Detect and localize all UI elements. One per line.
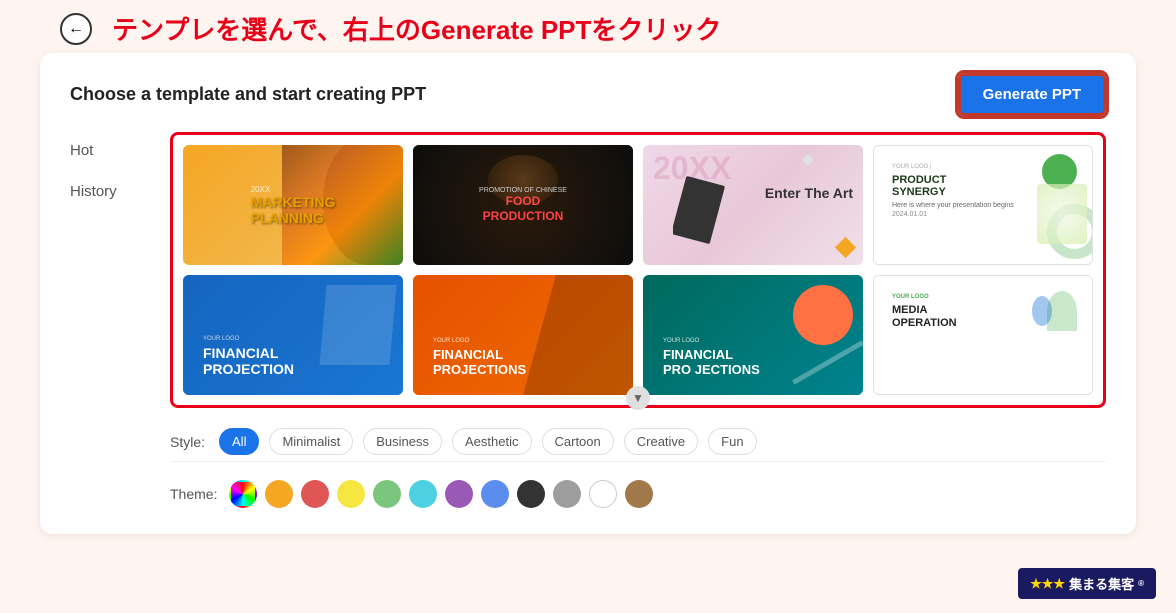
tmpl1-year: 20XX [251,185,336,194]
sidebar-item-history[interactable]: History [70,183,150,200]
body-layout: Hot History 20XX MARKETINGPLANNING [70,132,1106,514]
tmpl5-logo: YOUR LOGO [203,336,294,342]
tmpl4-title: PRODUCTSYNERGY [892,174,1014,198]
template-grid-wrapper: 20XX MARKETINGPLANNING PROMOTION OF CHIN… [170,132,1106,408]
template-card-media-operation[interactable]: YOUR LOGO MEDIAOPERATION [873,275,1093,395]
template-card-marketing[interactable]: 20XX MARKETINGPLANNING [183,145,403,265]
tmpl5-title: FINANCIALPROJECTION [203,346,294,377]
annotation-bar: ← テンプレを選んで、右上のGenerate PPTをクリック [0,0,1176,53]
tmpl6-logo: YOUR LOGO [433,338,526,344]
theme-dot-orange[interactable] [265,480,293,508]
template-card-art[interactable]: 20XX Enter The Art [643,145,863,265]
back-icon: ← [68,20,84,38]
theme-filter-label: Theme: [170,486,217,502]
template-card-financial-orange[interactable]: YOUR LOGO FINANCIALPROJECTIONS [413,275,633,395]
tmpl7-title: FINANCIALPRO JECTIONS [663,348,760,377]
style-btn-all[interactable]: All [219,428,259,455]
content-area: 20XX MARKETINGPLANNING PROMOTION OF CHIN… [170,132,1106,514]
scroll-down-indicator[interactable]: ▼ [626,386,650,410]
theme-dot-white[interactable] [589,480,617,508]
style-btn-cartoon[interactable]: Cartoon [542,428,614,455]
template-card-financial-teal[interactable]: YOUR LOGO FINANCIALPRO JECTIONS [643,275,863,395]
theme-dot-cyan[interactable] [409,480,437,508]
tmpl8-title: MEDIAOPERATION [892,304,957,330]
logo-text: 集まる集客 [1069,574,1134,593]
page-title: Choose a template and start creating PPT [70,84,426,105]
style-btn-fun[interactable]: Fun [708,428,756,455]
theme-dot-yellow[interactable] [337,480,365,508]
style-btn-aesthetic[interactable]: Aesthetic [452,428,531,455]
theme-dot-gray[interactable] [553,480,581,508]
theme-dot-rainbow[interactable] [229,480,257,508]
annotation-text: テンプレを選んで、右上のGenerate PPTをクリック [112,10,721,47]
style-btn-business[interactable]: Business [363,428,442,455]
tmpl6-title: FINANCIALPROJECTIONS [433,348,526,377]
template-grid: 20XX MARKETINGPLANNING PROMOTION OF CHIN… [183,145,1093,395]
theme-dot-blue[interactable] [481,480,509,508]
tmpl4-logo: YOUR LOGO | [892,164,1014,170]
generate-ppt-button[interactable]: Generate PPT [958,73,1106,116]
template-card-product-synergy[interactable]: YOUR LOGO | PRODUCTSYNERGY Here is where… [873,145,1093,265]
header-row: Choose a template and start creating PPT… [70,73,1106,116]
theme-dot-green[interactable] [373,480,401,508]
tmpl8-logo: YOUR LOGO [892,294,957,300]
style-btn-minimalist[interactable]: Minimalist [269,428,353,455]
tmpl7-logo: YOUR LOGO [663,338,760,344]
theme-dot-brown[interactable] [625,480,653,508]
theme-dot-purple[interactable] [445,480,473,508]
theme-dot-red[interactable] [301,480,329,508]
style-filter-label: Style: [170,434,205,450]
sidebar-item-hot[interactable]: Hot [70,142,150,159]
tmpl2-title: FOODPRODUCTION [479,194,567,223]
tmpl2-subtitle: PROMOTION OF CHINESE [479,187,567,194]
bottom-logo: ★★★ 集まる集客 ® [1018,568,1156,599]
style-filter-row: Style: All Minimalist Business Aesthetic… [170,422,1106,462]
tmpl3-title: Enter The Art [765,185,853,201]
theme-dot-dark[interactable] [517,480,545,508]
back-button[interactable]: ← [60,13,92,45]
main-container: Choose a template and start creating PPT… [40,53,1136,534]
star-icon: ★★★ [1030,576,1065,592]
sidebar: Hot History [70,132,150,514]
template-card-financial-blue[interactable]: YOUR LOGO FINANCIALPROJECTION [183,275,403,395]
style-btn-creative[interactable]: Creative [624,428,698,455]
template-card-chinese-food[interactable]: PROMOTION OF CHINESE FOODPRODUCTION [413,145,633,265]
theme-row: Theme: [170,474,1106,514]
tmpl1-title: MARKETINGPLANNING [251,194,336,226]
